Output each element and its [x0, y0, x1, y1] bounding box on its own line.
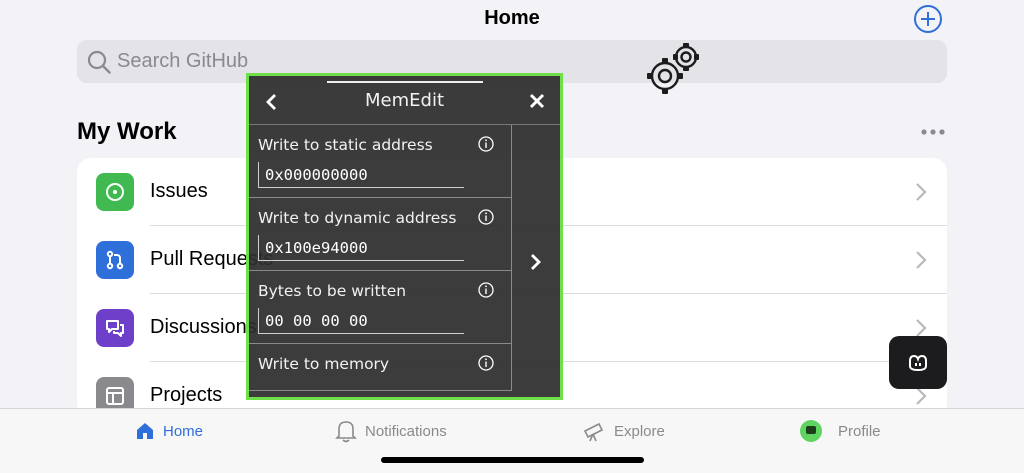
tab-profile[interactable]: Profile — [800, 418, 881, 444]
memedit-header: MemEdit — [249, 76, 560, 125]
git-pull-request-icon — [106, 250, 124, 270]
pull-requests-tile — [96, 241, 134, 279]
info-icon[interactable] — [478, 355, 494, 371]
list-item-label: Issues — [150, 180, 208, 202]
comment-discussion-icon — [106, 320, 124, 337]
memedit-row-dynamic: Write to dynamic address — [249, 198, 512, 271]
tab-label: Explore — [614, 422, 665, 440]
more-icon[interactable] — [920, 125, 946, 139]
tab-home[interactable]: Home — [135, 418, 203, 444]
dynamic-address-label: Write to dynamic address — [258, 209, 457, 227]
memedit-panel: MemEdit Write to static address Write to… — [246, 73, 563, 400]
close-icon[interactable] — [529, 93, 545, 109]
tab-label: Profile — [838, 422, 881, 440]
chevron-right-icon[interactable] — [530, 253, 542, 271]
tab-explore[interactable]: Explore — [582, 418, 665, 444]
static-address-input[interactable] — [258, 162, 464, 188]
telescope-icon — [583, 422, 604, 442]
discussions-tile — [96, 309, 134, 347]
info-icon[interactable] — [478, 136, 494, 152]
add-button[interactable] — [914, 5, 942, 33]
page-title: Home — [484, 7, 540, 29]
tab-label: Notifications — [365, 422, 447, 440]
list-item-label: Projects — [150, 384, 223, 406]
tab-bar: Home Notifications Explore Profile — [0, 408, 1024, 473]
home-indicator — [381, 457, 644, 463]
memedit-row-static: Write to static address — [249, 125, 512, 198]
search-icon — [87, 50, 111, 74]
avatar — [800, 420, 822, 442]
write-to-memory-label: Write to memory — [258, 355, 390, 373]
chevron-right-icon — [916, 319, 927, 337]
copilot-icon — [909, 354, 927, 371]
bell-icon — [335, 421, 357, 443]
issue-opened-icon — [106, 183, 124, 201]
list-item-label: Discussions — [150, 316, 257, 338]
bytes-input[interactable] — [258, 308, 464, 334]
info-icon[interactable] — [478, 209, 494, 225]
chevron-right-icon — [916, 251, 927, 269]
write-to-memory-button[interactable]: Write to memory — [249, 344, 512, 391]
issues-tile — [96, 173, 134, 211]
tab-notifications[interactable]: Notifications — [335, 418, 447, 444]
memedit-title: MemEdit — [365, 90, 444, 111]
chevron-right-icon — [916, 387, 927, 405]
home-icon — [137, 423, 153, 439]
drag-handle[interactable] — [327, 81, 483, 83]
memedit-row-bytes: Bytes to be written — [249, 271, 512, 344]
info-icon[interactable] — [478, 282, 494, 298]
bytes-label: Bytes to be written — [258, 282, 407, 300]
dynamic-address-input[interactable] — [258, 235, 464, 261]
gears-icon[interactable] — [640, 40, 706, 102]
chevron-right-icon — [916, 183, 927, 201]
tab-label: Home — [163, 422, 204, 440]
static-address-label: Write to static address — [258, 136, 433, 154]
table-icon — [106, 387, 124, 405]
copilot-button[interactable] — [889, 336, 947, 389]
section-title-my-work: My Work — [77, 118, 177, 145]
